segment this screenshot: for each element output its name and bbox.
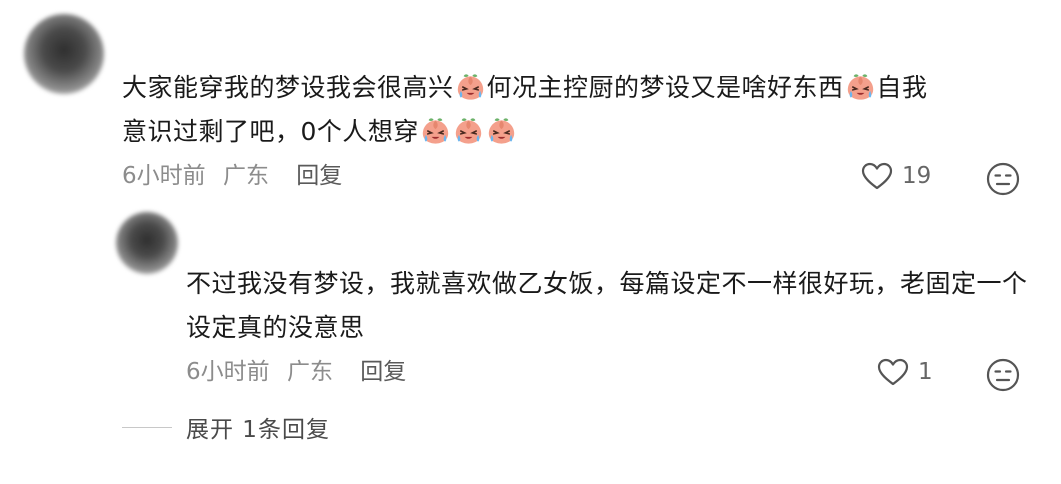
expand-replies-button[interactable]: 展开 1条回复 (122, 410, 330, 444)
crying-peach-emoji-icon (420, 117, 451, 145)
comment-text-part: 自我 (876, 73, 928, 102)
crying-peach-emoji-icon (845, 73, 876, 101)
comment-text-part: 何况主控厨的梦设又是啥好东西 (486, 73, 844, 102)
reply-like-button[interactable]: 1 (876, 357, 933, 387)
reply-time: 6小时前 (186, 359, 270, 385)
expand-replies-label: 展开 1条回复 (186, 417, 330, 443)
comment-text: 大家能穿我的梦设我会很高兴 何况主控厨的梦设又是啥好东西 自我意识过剩了吧，0个人想… (122, 66, 1022, 154)
comment-location: 广东 (222, 163, 269, 189)
divider-line (122, 426, 172, 428)
reply-meta: 6小时前 广东 回复 (186, 356, 406, 388)
comment-time: 6小时前 (122, 163, 206, 189)
reply-location: 广东 (286, 359, 333, 385)
crying-peach-emoji-icon (486, 117, 517, 145)
dislike-face-icon[interactable] (986, 162, 1020, 196)
heart-icon (876, 357, 910, 387)
dislike-face-icon[interactable] (986, 358, 1020, 392)
reply-like-count: 1 (918, 359, 933, 385)
reply-button[interactable]: 回复 (296, 163, 342, 189)
like-count: 19 (902, 163, 932, 189)
comment-thread: 大家能穿我的梦设我会很高兴 何况主控厨的梦设又是啥好东西 自我意识过剩了吧，0个人想… (0, 0, 1061, 484)
crying-peach-emoji-icon (453, 117, 484, 145)
reply-avatar[interactable] (116, 212, 178, 274)
reply-reply-button[interactable]: 回复 (360, 359, 406, 385)
like-button[interactable]: 19 (860, 161, 931, 191)
crying-peach-emoji-icon (455, 73, 486, 101)
reply-text: 不过我没有梦设，我就喜欢做乙女饭，每篇设定不一样很好玩，老固定一个设定真的没意思 (186, 269, 1028, 342)
comment-meta: 6小时前 广东 回复 (122, 160, 342, 192)
comment-text-part: 意识过剩了吧，0个人想穿 (122, 117, 419, 146)
comment-text-part: 大家能穿我的梦设我会很高兴 (122, 73, 454, 102)
avatar[interactable] (24, 14, 104, 94)
heart-icon (860, 161, 894, 191)
